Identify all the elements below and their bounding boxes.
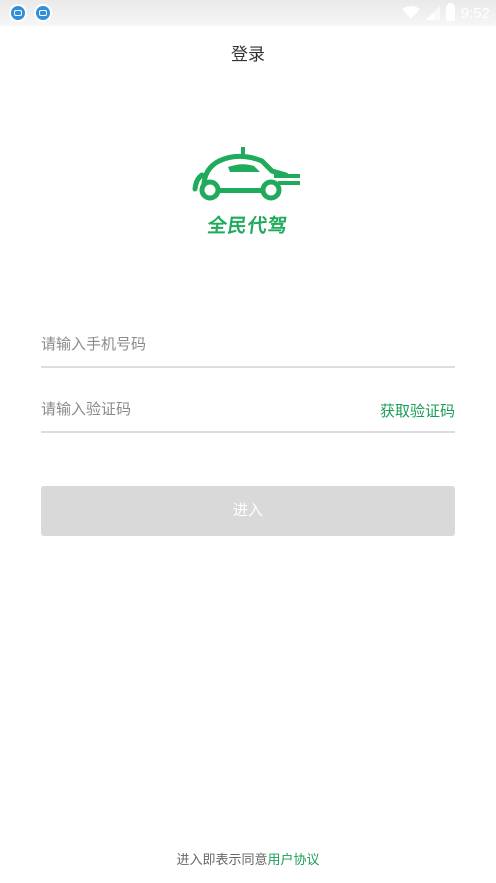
app-logo: 全民代驾	[190, 145, 306, 240]
page-title: 登录	[231, 45, 265, 65]
status-bar: 9:52	[0, 0, 496, 26]
status-time: 9:52	[460, 4, 490, 22]
car-logo-icon	[192, 147, 300, 201]
user-agreement-link[interactable]: 用户协议	[268, 853, 320, 868]
phone-input[interactable]	[41, 322, 455, 366]
agreement-footer: 进入即表示同意用户协议	[0, 849, 496, 868]
app-notification-icon	[34, 4, 52, 22]
battery-charging-icon	[445, 3, 455, 21]
app-notification-icon	[9, 4, 27, 22]
code-field: 获取验证码	[41, 387, 455, 433]
agreement-text: 进入即表示同意	[176, 853, 268, 868]
verification-code-input[interactable]	[41, 387, 361, 431]
logo-text: 全民代驾	[206, 215, 290, 237]
get-code-button[interactable]: 获取验证码	[380, 400, 455, 421]
wifi-icon	[401, 6, 420, 19]
signal-icon	[425, 6, 440, 20]
phone-field	[41, 322, 455, 368]
enter-button[interactable]: 进入	[41, 486, 455, 536]
